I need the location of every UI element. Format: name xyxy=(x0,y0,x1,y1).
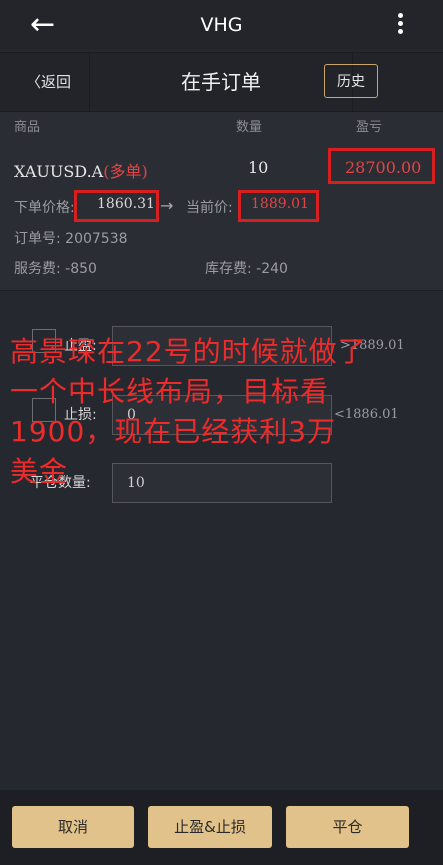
history-button[interactable]: 历史 xyxy=(324,64,378,98)
open-price-value: 1860.31 xyxy=(97,196,155,212)
bottom-action-bar: 取消 止盈&止损 平仓 xyxy=(0,790,443,865)
swap-fee: 库存费: -240 xyxy=(205,258,288,278)
top-bar: VHG ← xyxy=(0,0,443,50)
column-header-row: 商品 数量 盈亏 xyxy=(0,112,443,144)
service-fee: 服务费: -850 xyxy=(14,258,97,278)
order-pnl: 28700.00 xyxy=(345,158,422,177)
column-pnl: 盈亏 xyxy=(356,120,383,135)
order-number-label: 订单号: xyxy=(14,231,61,247)
service-fee-value: -850 xyxy=(65,261,97,277)
back-arrow-icon[interactable]: ← xyxy=(30,8,64,42)
annotation-line: 高景琛在22号的时候就做了 xyxy=(10,335,367,368)
order-card[interactable]: XAUUSD.A(多单) 10 28700.00 下单价格: 1860.31 →… xyxy=(0,144,443,291)
tp-sl-button[interactable]: 止盈&止损 xyxy=(148,806,272,848)
app-title: VHG xyxy=(200,14,243,36)
order-quantity: 10 xyxy=(248,158,269,177)
sub-header: 〈返回 在手订单 历史 xyxy=(0,52,443,112)
service-fee-label: 服务费: xyxy=(14,261,61,277)
swap-fee-label: 库存费: xyxy=(205,261,252,277)
current-price-value: 1889.01 xyxy=(251,196,309,212)
annotation-line: 美金 xyxy=(10,455,69,488)
annotation-line: 1900，现在已经获利3万 xyxy=(10,415,337,448)
order-number: 订单号: 2007538 xyxy=(14,228,128,248)
more-vertical-icon[interactable] xyxy=(390,10,410,40)
arrow-right-icon: → xyxy=(160,196,174,215)
column-quantity: 数量 xyxy=(236,120,263,135)
annotation-overlay: 高景琛在22号的时候就做了 一个中长线布局，目标看 1900，现在已经获利3万 … xyxy=(10,332,443,492)
order-direction: (多单) xyxy=(103,162,148,181)
current-price-label: 当前价: xyxy=(186,200,233,216)
open-price-label: 下单价格: xyxy=(14,200,75,216)
page-title: 在手订单 xyxy=(181,70,261,94)
close-position-button[interactable]: 平仓 xyxy=(286,806,409,848)
column-product: 商品 xyxy=(14,120,41,135)
order-number-value: 2007538 xyxy=(65,231,128,247)
return-link[interactable]: 〈返回 xyxy=(26,53,71,111)
swap-fee-value: -240 xyxy=(256,261,288,277)
annotation-line: 一个中长线布局，目标看 xyxy=(10,375,330,408)
order-symbol: XAUUSD.A(多单) xyxy=(14,158,148,182)
symbol-text: XAUUSD.A xyxy=(14,162,104,181)
cancel-button[interactable]: 取消 xyxy=(12,806,134,848)
